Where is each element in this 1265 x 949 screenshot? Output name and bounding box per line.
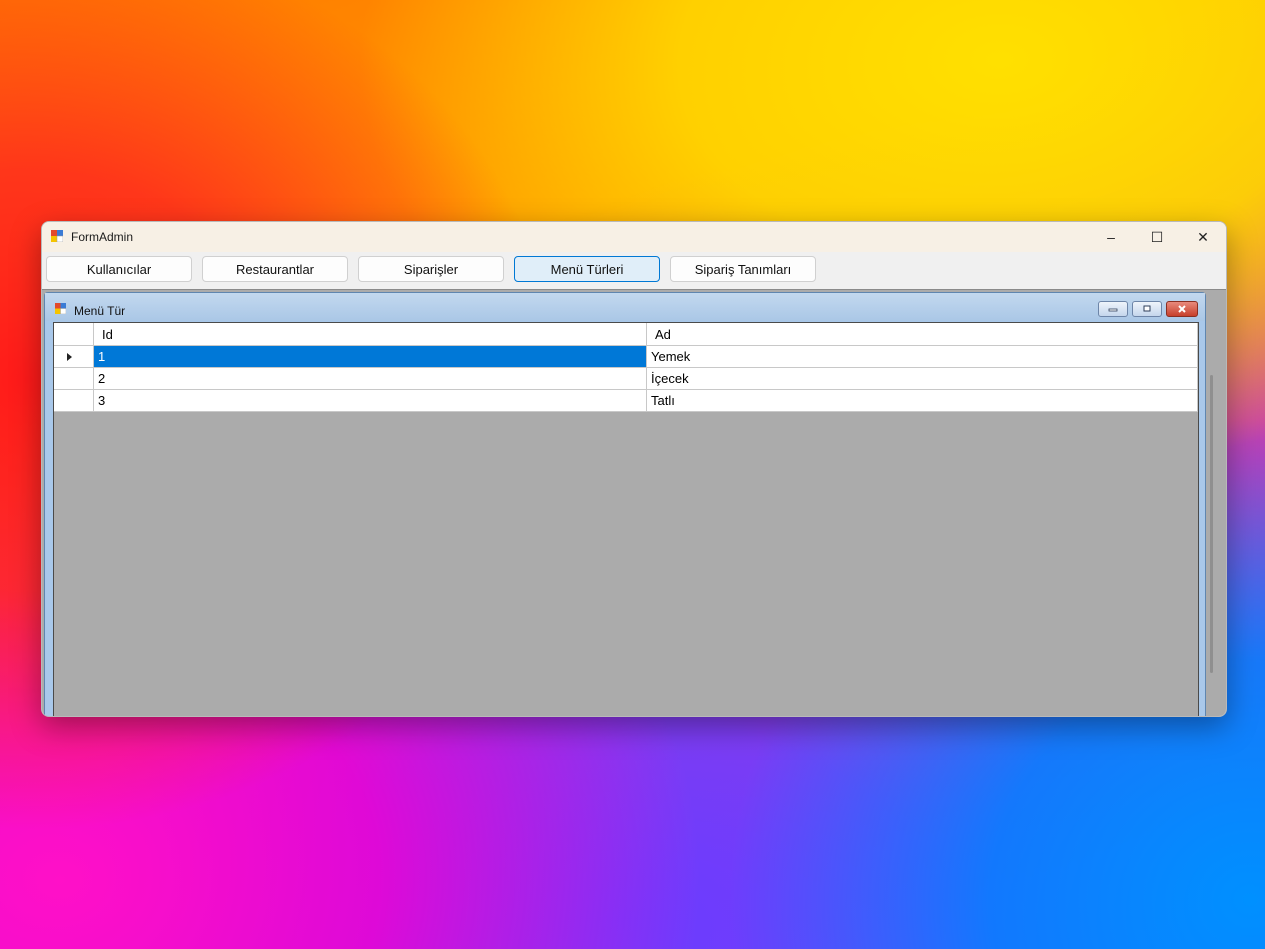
row-header[interactable] bbox=[54, 368, 94, 390]
table-row[interactable]: 3 Tatlı bbox=[54, 390, 1198, 412]
minimize-icon bbox=[1108, 308, 1118, 312]
child-title-bar[interactable]: Menü Tür bbox=[45, 293, 1205, 321]
menu-tur-child-window: Menü Tür Id Ad 1 Yemek 2 İçecek 3 Tatlı bbox=[44, 292, 1206, 716]
toolbar: Kullanıcılar Restaurantlar Siparişler Me… bbox=[42, 252, 1226, 289]
minimize-button[interactable]: – bbox=[1088, 222, 1134, 252]
maximize-button[interactable]: ☐ bbox=[1134, 222, 1180, 252]
form-admin-window: FormAdmin – ☐ ✕ Kullanıcılar Restaurantl… bbox=[41, 221, 1227, 717]
cell-ad[interactable]: Tatlı bbox=[647, 390, 1198, 412]
cell-ad[interactable]: Yemek bbox=[647, 346, 1198, 368]
row-header[interactable] bbox=[54, 346, 94, 368]
title-bar[interactable]: FormAdmin – ☐ ✕ bbox=[42, 222, 1226, 252]
table-row[interactable]: 1 Yemek bbox=[54, 346, 1198, 368]
row-header-corner[interactable] bbox=[54, 323, 94, 346]
menu-tur-data-grid[interactable]: Id Ad 1 Yemek 2 İçecek 3 Tatlı bbox=[53, 322, 1199, 716]
column-header-id[interactable]: Id bbox=[94, 323, 647, 346]
app-icon bbox=[51, 230, 63, 242]
restaurantlar-button[interactable]: Restaurantlar bbox=[202, 256, 348, 282]
close-button[interactable]: ✕ bbox=[1180, 222, 1226, 252]
child-minimize-button[interactable] bbox=[1098, 301, 1128, 317]
cell-id[interactable]: 1 bbox=[94, 346, 647, 368]
child-app-icon bbox=[55, 303, 66, 314]
siparis-tanimlari-button[interactable]: Sipariş Tanımları bbox=[670, 256, 816, 282]
child-close-button[interactable] bbox=[1166, 301, 1198, 317]
grid-header-row: Id Ad bbox=[54, 323, 1198, 346]
window-title: FormAdmin bbox=[71, 230, 134, 244]
child-restore-button[interactable] bbox=[1132, 301, 1162, 317]
mdi-container: Menü Tür Id Ad 1 Yemek 2 İçecek 3 Tatlı bbox=[42, 289, 1226, 716]
restore-icon bbox=[1143, 305, 1151, 312]
menu-turleri-button[interactable]: Menü Türleri bbox=[514, 256, 660, 282]
cell-id[interactable]: 2 bbox=[94, 368, 647, 390]
cell-id[interactable]: 3 bbox=[94, 390, 647, 412]
close-icon bbox=[1178, 305, 1186, 313]
current-row-arrow-icon bbox=[67, 352, 72, 361]
row-header[interactable] bbox=[54, 390, 94, 412]
table-row[interactable]: 2 İçecek bbox=[54, 368, 1198, 390]
cell-ad[interactable]: İçecek bbox=[647, 368, 1198, 390]
column-header-ad[interactable]: Ad bbox=[647, 323, 1198, 346]
kullanicilar-button[interactable]: Kullanıcılar bbox=[46, 256, 192, 282]
siparisler-button[interactable]: Siparişler bbox=[358, 256, 504, 282]
mdi-vertical-scrollbar[interactable] bbox=[1210, 375, 1213, 673]
child-window-title: Menü Tür bbox=[74, 304, 126, 318]
